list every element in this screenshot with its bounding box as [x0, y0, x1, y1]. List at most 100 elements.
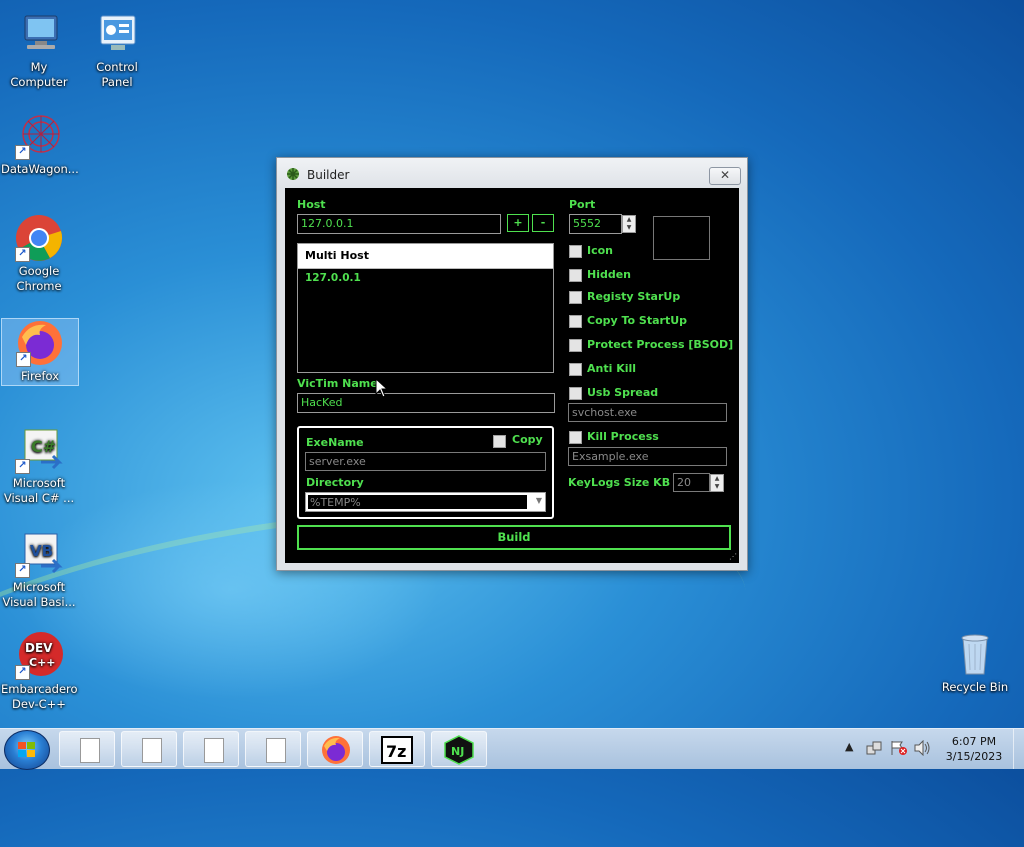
desktop-icon-label: Microsoft Visual C# ... [3, 476, 75, 505]
taskbar-item-document-3[interactable] [183, 731, 239, 767]
exename-input[interactable]: server.exe [305, 452, 546, 471]
host-input[interactable]: 127.0.0.1 [297, 214, 501, 234]
desktop-icon-label: Google Chrome [16, 264, 62, 293]
svg-text:C#: C# [31, 437, 56, 456]
remove-host-button[interactable]: - [532, 214, 554, 232]
chrome-icon: ↗ [15, 214, 63, 262]
icon-preview-box[interactable] [653, 216, 710, 260]
usb-spread-checkbox[interactable] [569, 387, 582, 400]
shortcut-arrow-icon: ↗ [15, 563, 30, 578]
network-icon[interactable] [866, 740, 882, 780]
desktop-icon-dev-cpp[interactable]: DEV C++ ↗ Embarcadero Dev-C++ [1, 632, 78, 712]
port-input[interactable]: 5552 [569, 214, 622, 234]
svg-text:7z: 7z [386, 742, 406, 761]
registry-startup-label: Registy StarUp [587, 290, 681, 303]
exename-label: ExeName [306, 436, 364, 449]
visual-basic-icon: VB ↗ [15, 530, 63, 578]
document-icon [266, 738, 286, 763]
desktop-icon-visual-csharp[interactable]: C# ↗ Microsoft Visual C# ... [1, 426, 77, 506]
document-icon [142, 738, 162, 763]
window-title: Builder [307, 168, 350, 182]
desktop-icon-label: Control Panel [96, 60, 138, 89]
copy-checkbox[interactable] [493, 435, 506, 448]
mouse-cursor-icon [375, 377, 389, 401]
control-panel-icon [93, 10, 141, 58]
action-center-flag-icon[interactable] [890, 740, 908, 780]
clock-date: 3/15/2023 [945, 750, 1003, 763]
kill-process-input[interactable]: Exsample.exe [568, 447, 727, 466]
desktop-icon-firefox[interactable]: ↗ Firefox [1, 318, 79, 386]
volume-icon[interactable] [913, 739, 931, 780]
svg-text:C++: C++ [29, 656, 56, 669]
show-desktop-button[interactable] [1013, 729, 1024, 769]
desktop-icon-label: Recycle Bin [941, 680, 1009, 694]
desktop-icon-label: Embarcadero Dev-C++ [1, 682, 78, 711]
port-spinner[interactable]: ▲ ▼ [622, 215, 636, 233]
keylogs-size-input[interactable]: 20 [673, 473, 710, 492]
show-hidden-icons-button[interactable]: ▲ [845, 740, 853, 780]
svg-text:NJ: NJ [451, 745, 464, 758]
protect-process-checkbox[interactable] [569, 339, 582, 352]
firefox-icon [322, 736, 350, 764]
builder-app-icon [286, 167, 300, 181]
title-bar[interactable]: Builder ✕ [277, 158, 747, 188]
shortcut-arrow-icon: ↗ [15, 459, 30, 474]
desktop-icon-recycle-bin[interactable]: Recycle Bin [937, 630, 1013, 695]
protect-process-label: Protect Process [BSOD] [587, 338, 734, 351]
document-icon [204, 738, 224, 763]
taskbar-item-njrat[interactable]: NJ [431, 731, 487, 767]
add-host-button[interactable]: + [507, 214, 529, 232]
close-icon: ✕ [719, 168, 731, 182]
desktop-icon-datawagon[interactable]: ↗ DataWagon... [1, 112, 79, 177]
firefox-icon: ↗ [16, 319, 64, 367]
7zip-icon: 7z [381, 736, 413, 764]
svg-text:VB: VB [30, 542, 53, 560]
kill-process-label: Kill Process [587, 430, 659, 443]
multi-host-list[interactable]: Multi Host 127.0.0.1 [297, 243, 554, 373]
directory-dropdown[interactable]: %TEMP% ▼ [305, 492, 546, 512]
taskbar-item-document-1[interactable] [59, 731, 115, 767]
build-button[interactable]: Build [297, 525, 731, 550]
copy-label: Copy [512, 433, 543, 446]
shortcut-arrow-icon: ↗ [15, 145, 30, 160]
keylogs-size-label: KeyLogs Size KB [568, 476, 671, 489]
keylogs-size-spinner[interactable]: ▲ ▼ [710, 474, 724, 492]
system-clock[interactable]: 6:07 PM 3/15/2023 [934, 734, 1014, 764]
usb-spread-name-input[interactable]: svchost.exe [568, 403, 727, 422]
kill-process-checkbox[interactable] [569, 431, 582, 444]
usb-spread-label: Usb Spread [587, 386, 659, 399]
recycle-bin-icon [951, 630, 999, 678]
desktop-icon-visual-basic[interactable]: VB ↗ Microsoft Visual Basi... [1, 530, 77, 610]
hidden-option-label: Hidden [587, 268, 632, 281]
exe-settings-group: ExeName Copy server.exe Directory %TEMP%… [297, 426, 554, 519]
builder-window: Builder ✕ Host 127.0.0.1 + - Multi Host … [276, 157, 748, 571]
registry-startup-checkbox[interactable] [569, 291, 582, 304]
taskbar-item-7zip[interactable]: 7z [369, 731, 425, 767]
document-icon [80, 738, 100, 763]
victim-name-input[interactable]: HacKed [297, 393, 555, 413]
taskbar-item-document-2[interactable] [121, 731, 177, 767]
desktop-icon-my-computer[interactable]: My Computer [1, 10, 77, 90]
desktop-icon-google-chrome[interactable]: ↗ Google Chrome [1, 214, 77, 294]
directory-value: %TEMP% [308, 495, 527, 509]
desktop-icon-label: Firefox [20, 369, 60, 383]
resize-grip-icon[interactable]: ⋰ [729, 552, 737, 561]
copy-to-startup-checkbox[interactable] [569, 315, 582, 328]
taskbar-item-firefox[interactable] [307, 731, 363, 767]
windows-logo-icon [18, 742, 35, 757]
icon-option-label: Icon [587, 244, 614, 257]
dev-cpp-icon: DEV C++ ↗ [15, 632, 63, 680]
list-item[interactable]: 127.0.0.1 [298, 269, 553, 287]
desktop-icon-label: Microsoft Visual Basi... [2, 580, 76, 609]
close-button[interactable]: ✕ [709, 167, 741, 185]
taskbar-item-document-4[interactable] [245, 731, 301, 767]
chevron-down-icon: ▼ [535, 496, 542, 505]
builder-client-area: Host 127.0.0.1 + - Multi Host 127.0.0.1 … [285, 188, 739, 563]
hidden-checkbox[interactable] [569, 269, 582, 282]
desktop-icon-control-panel[interactable]: Control Panel [79, 10, 155, 90]
start-button[interactable] [4, 730, 50, 770]
clock-time: 6:07 PM [951, 735, 997, 748]
host-label: Host [297, 198, 326, 211]
icon-checkbox[interactable] [569, 245, 582, 258]
anti-kill-checkbox[interactable] [569, 363, 582, 376]
